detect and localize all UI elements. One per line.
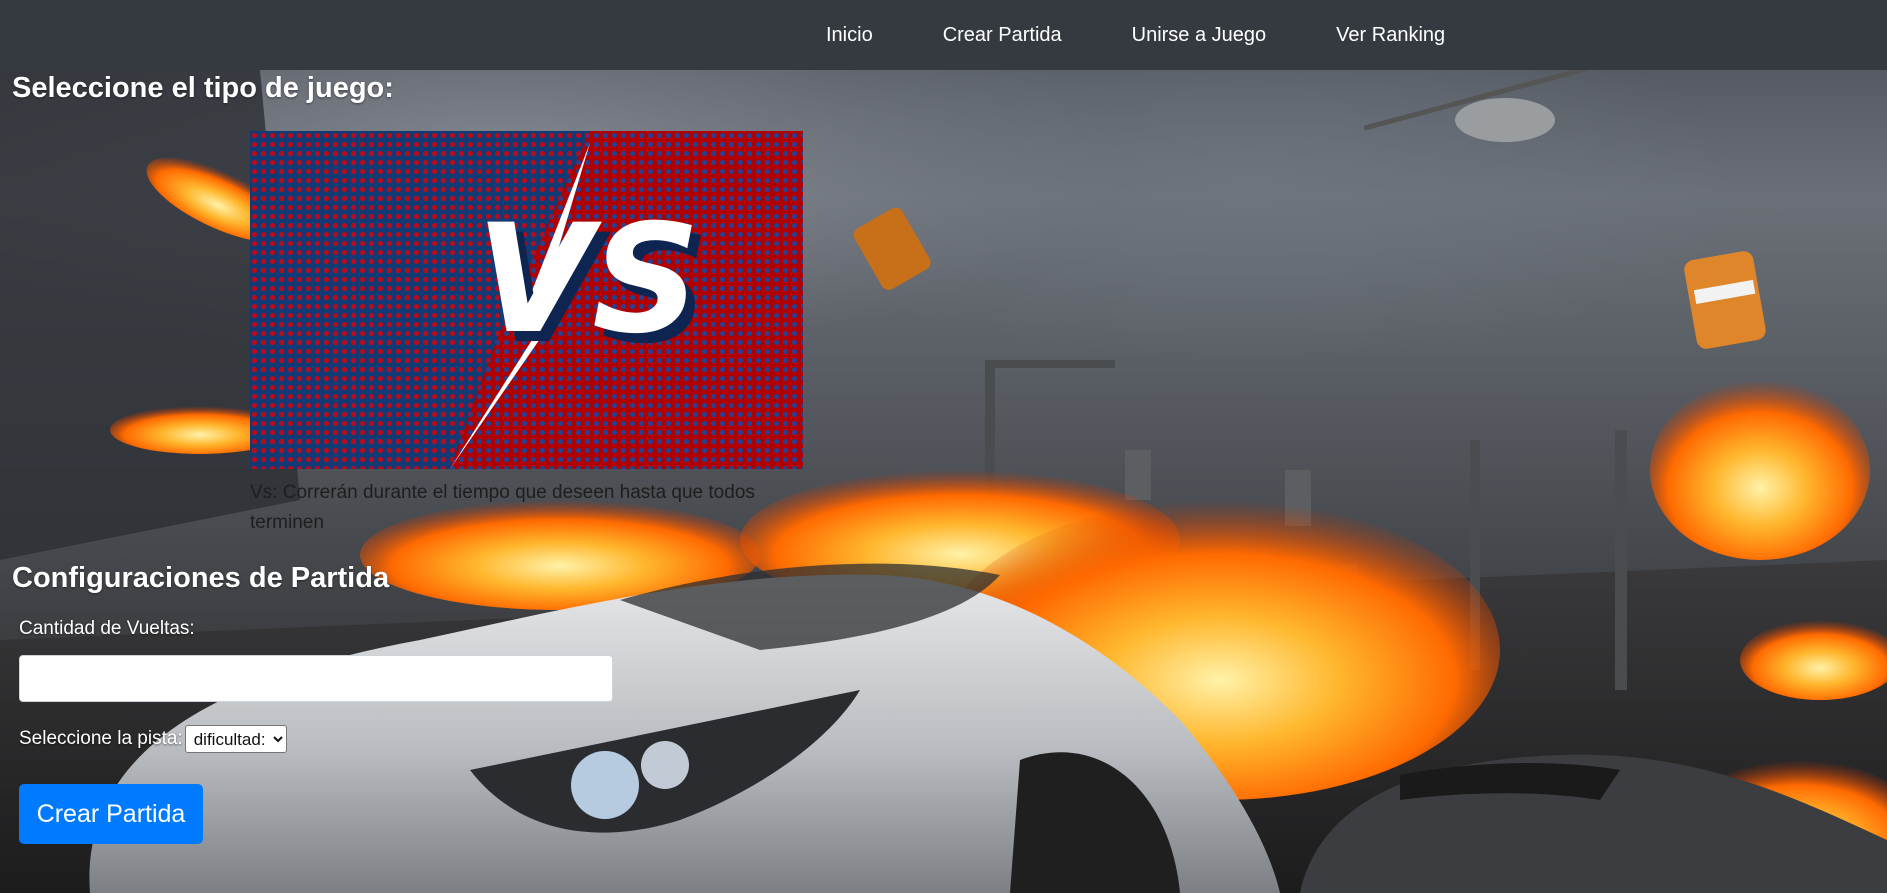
main-content: Seleccione el tipo de juego: VS VS Vs: C…: [0, 70, 1887, 893]
vs-game-description: Vs: Correrán durante el tiempo que desee…: [250, 482, 755, 533]
track-row: Seleccione la pista: dificultad:: [19, 725, 287, 753]
vs-logo: VS VS: [476, 193, 709, 377]
config-title: Configuraciones de Partida: [12, 562, 390, 594]
vs-game-card-image[interactable]: VS VS: [250, 131, 803, 469]
nav-link-ver-ranking[interactable]: Ver Ranking: [1336, 24, 1445, 47]
laps-label: Cantidad de Vueltas:: [19, 618, 195, 639]
track-label: Seleccione la pista:: [19, 728, 183, 749]
nav-link-inicio[interactable]: Inicio: [826, 24, 873, 47]
difficulty-select[interactable]: dificultad:: [184, 725, 287, 753]
vs-logo-text: VS: [476, 193, 700, 367]
nav-link-crear-partida[interactable]: Crear Partida: [943, 24, 1062, 47]
vs-image: VS VS: [250, 131, 803, 469]
top-navbar: Inicio Crear Partida Unirse a Juego Ver …: [0, 0, 1887, 70]
create-game-button[interactable]: Crear Partida: [19, 784, 203, 844]
laps-input[interactable]: [19, 655, 613, 702]
nav-links: Inicio Crear Partida Unirse a Juego Ver …: [826, 0, 1445, 70]
game-type-title: Seleccione el tipo de juego:: [12, 72, 394, 104]
nav-link-unirse-juego[interactable]: Unirse a Juego: [1132, 24, 1267, 47]
